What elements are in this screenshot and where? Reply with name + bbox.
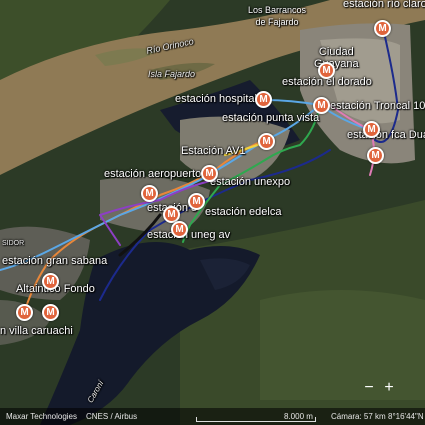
zoom-out-button[interactable]: −	[359, 378, 379, 398]
zoom-in-button[interactable]: +	[379, 378, 399, 398]
station-marker-edelca[interactable]: M	[188, 193, 205, 210]
station-marker-el-dorado[interactable]: M	[318, 62, 335, 79]
station-label: Estación AV1	[181, 145, 246, 157]
station-label: estación punta vista	[222, 112, 320, 124]
station-label: estación Troncal 10	[330, 100, 425, 112]
station-marker-fca-duarte[interactable]: M	[363, 121, 380, 138]
station-label: estación hospital	[175, 93, 257, 105]
station-label: estación unexpo	[210, 176, 291, 188]
place-los-barrancos: Los Barrancos de Fajardo	[248, 5, 307, 27]
attribution-sources: CNES / Airbus	[86, 412, 138, 421]
station-marker-troncal-10[interactable]: M	[313, 97, 330, 114]
station-marker-gran-sabana[interactable]: M	[42, 273, 59, 290]
scale-bar: 8.000 m	[196, 408, 316, 425]
attribution-provider: Maxar Technologies	[6, 412, 78, 421]
station-marker-rio-claro[interactable]: M	[374, 20, 391, 37]
station-label: estación edelca	[205, 206, 282, 218]
place-isla-fajardo: Isla Fajardo	[148, 69, 196, 79]
station-label: n villa caruachi	[0, 325, 73, 337]
station-label: estación gran sabana	[2, 255, 108, 267]
station-marker-av1[interactable]: M	[367, 147, 384, 164]
station-label: estación aeropuerto	[104, 168, 202, 180]
cursor-coordinates: 8°16'44"N	[388, 412, 424, 421]
station-label: estación río claro	[343, 0, 425, 10]
station-marker-villa-caruachi[interactable]: M	[42, 304, 59, 321]
place-sidor: SIDOR	[2, 240, 25, 247]
station-label: estación fca Duarte	[347, 129, 425, 141]
attribution-bar: Maxar Technologies CNES / Airbus 8.000 m…	[0, 408, 425, 425]
camera-altitude: Cámara: 57 km	[331, 412, 386, 421]
station-marker-unexpo[interactable]: M	[201, 165, 218, 182]
station-marker-hospital[interactable]: M	[255, 91, 272, 108]
scale-bar-label: 8.000 m	[284, 412, 313, 421]
station-marker-aeropuerto[interactable]: M	[141, 185, 158, 202]
station-marker-punta-vista[interactable]: M	[258, 133, 275, 150]
station-marker-uneg-av[interactable]: M	[171, 221, 188, 238]
station-label: estación uneg av	[147, 229, 231, 241]
station-marker-altaintico[interactable]: M	[16, 304, 33, 321]
